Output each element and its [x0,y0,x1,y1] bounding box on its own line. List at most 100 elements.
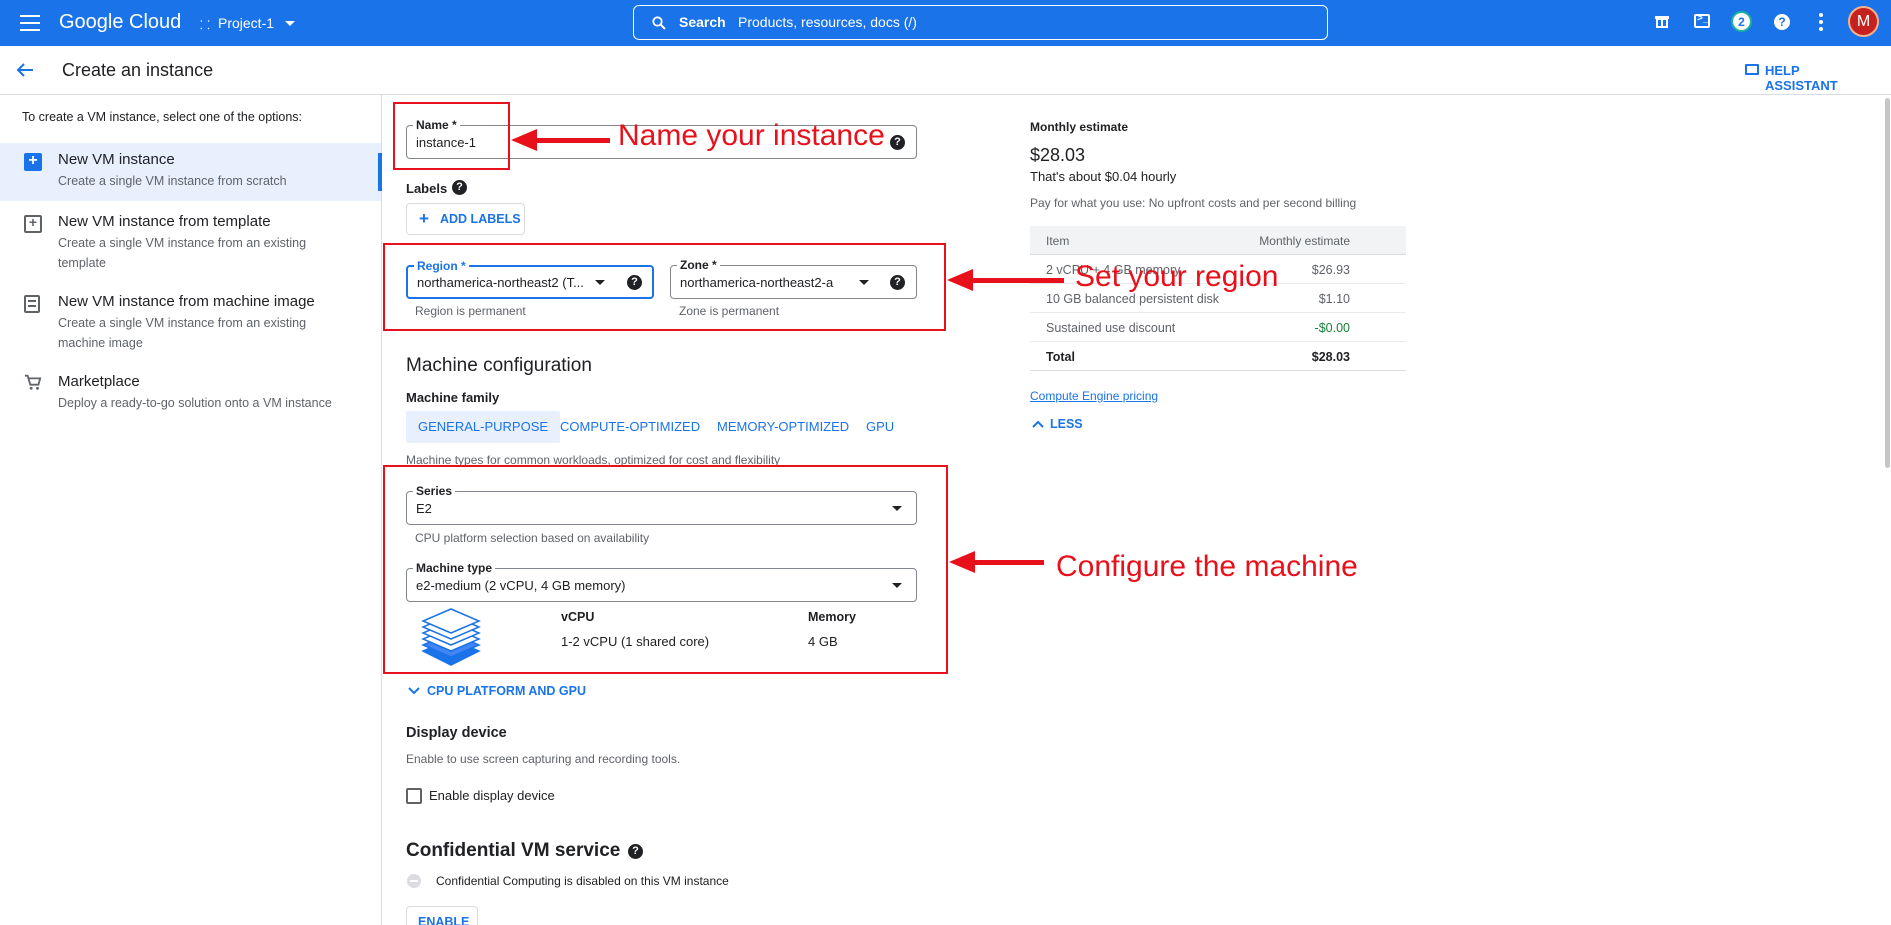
cloud-shell-icon[interactable]: >_ [1694,13,1710,28]
help-icon[interactable]: ? [890,135,905,150]
notifications-badge[interactable]: 2 [1731,11,1752,32]
top-app-bar: Google Cloud ⸬ Project-1 Search Products… [0,0,1891,46]
sidebar-item-title: New VM instance from machine image [58,293,315,310]
avatar[interactable]: M [1848,6,1879,37]
project-picker[interactable]: ⸬ Project-1 [198,13,303,33]
add-template-icon: + [24,214,42,233]
machine-family-label: Machine family [406,390,500,405]
table-row: Sustained use discount -$0.00 [1030,313,1406,342]
sidebar-item-desc: Create a single VM instance from an exis… [58,236,307,270]
page-title: Create an instance [62,60,214,80]
add-labels-button[interactable]: + ADD LABELS [406,203,525,235]
search-bar[interactable]: Search Products, resources, docs (/) [633,5,1328,40]
machine-image-icon [24,295,40,313]
enable-button-label: ENABLE [418,915,470,925]
annotation-arrow-region [947,269,973,291]
page-header: Create an instance HELP ASSISTANT [0,46,1891,95]
tab-gpu[interactable]: GPU [854,411,906,443]
estimate-title: Monthly estimate [1030,120,1129,134]
google-cloud-logo[interactable]: Google Cloud [59,11,181,34]
table-row: Total $28.03 [1030,342,1406,371]
machine-config-title: Machine configuration [406,355,592,376]
col-estimate: Monthly estimate [1259,234,1350,248]
back-arrow-icon[interactable] [16,62,34,78]
project-name: Project-1 [218,15,275,31]
tab-memory-optimized[interactable]: MEMORY-OPTIMIZED [705,411,861,443]
annotation-arrow-line [535,138,610,143]
sidebar-item-new-vm[interactable]: + New VM instance Create a single VM ins… [0,143,382,201]
row-item: Sustained use discount [1046,321,1176,335]
annotation-box-region [383,243,946,331]
annotation-arrow-line [971,278,1064,283]
row-value: $28.03 [1311,350,1350,364]
tab-label: GPU [866,419,895,434]
search-label: Search [679,14,726,30]
estimate-price: $28.03 [1030,145,1086,165]
cpu-platform-expander[interactable]: CPU PLATFORM AND GPU [406,682,586,702]
help-assistant-label: HELP ASSISTANT [1765,63,1838,93]
annotation-box-name [393,102,510,170]
tab-general-purpose[interactable]: GENERAL-PURPOSE [406,411,561,443]
annotation-region: Set your region [1075,260,1279,293]
estimate-hourly: That's about $0.04 hourly [1030,169,1177,184]
less-toggle[interactable]: LESS [1030,415,1100,435]
estimate-table-header: Item Monthly estimate [1030,226,1406,255]
tab-label: MEMORY-OPTIMIZED [717,419,850,434]
row-item: 10 GB balanced persistent disk [1046,292,1220,306]
display-device-title: Display device [406,725,507,741]
plus-icon: + [419,209,429,228]
confidential-title: Confidential VM service [406,840,621,861]
gift-icon[interactable] [1655,14,1669,28]
tab-label: COMPUTE-OPTIMIZED [560,419,701,434]
annotation-arrow-name [511,129,537,151]
scrollbar-thumb[interactable] [1885,98,1890,468]
enable-display-label: Enable display device [429,788,555,803]
chat-icon [1745,64,1759,75]
sidebar-item-machine-image[interactable]: New VM instance from machine image Creat… [0,289,381,355]
help-icon[interactable]: ? [628,844,643,859]
cart-icon [24,374,42,390]
project-icon: ⸬ [200,18,210,32]
estimate-note: Pay for what you use: No upfront costs a… [1030,196,1357,210]
row-item: Total [1046,350,1075,364]
sidebar-item-template[interactable]: + New VM instance from template Create a… [0,209,381,275]
menu-icon[interactable] [20,13,40,33]
search-placeholder: Products, resources, docs (/) [738,14,917,30]
confidential-desc: Confidential Computing is disabled on th… [436,874,729,888]
add-box-icon: + [24,152,42,171]
search-icon [652,16,666,30]
pricing-link[interactable]: Compute Engine pricing [1030,389,1158,403]
annotation-machine: Configure the machine [1056,550,1358,583]
help-assistant-button[interactable]: HELP ASSISTANT [1745,61,1875,93]
annotation-name: Name your instance [618,119,885,152]
more-vert-icon[interactable] [1819,13,1823,31]
labels-title: Labels [406,181,448,196]
row-value: $1.10 [1318,292,1350,306]
tab-compute-optimized[interactable]: COMPUTE-OPTIMIZED [548,411,712,443]
sidebar-item-title: Marketplace [58,373,140,390]
chevron-down-icon [285,21,295,26]
help-icon[interactable]: ? [452,180,467,195]
sidebar-intro: To create a VM instance, select one of t… [22,110,303,124]
annotation-arrow-machine [949,551,975,573]
display-device-desc: Enable to use screen capturing and recor… [406,752,681,766]
sidebar-item-desc: Create a single VM instance from scratch [58,174,287,188]
help-icon[interactable]: ? [1774,14,1790,30]
add-labels-label: ADD LABELS [440,212,521,226]
enable-button[interactable]: ENABLE [406,906,478,925]
tab-label: GENERAL-PURPOSE [418,419,549,434]
enable-display-checkbox[interactable] [406,788,422,804]
disabled-status-icon [407,874,421,888]
sidebar-item-desc: Create a single VM instance from an exis… [58,316,307,350]
annotation-arrow-line [973,560,1044,565]
annotation-box-machine [383,465,948,674]
chevron-up-icon [1032,420,1044,428]
sidebar: To create a VM instance, select one of t… [0,95,382,925]
sidebar-item-title: New VM instance from template [58,213,271,230]
notification-count: 2 [1738,15,1745,29]
sidebar-item-desc: Deploy a ready-to-go solution onto a VM … [58,396,332,410]
chevron-down-icon [408,687,420,695]
row-value: $26.93 [1311,263,1350,277]
col-item: Item [1046,234,1070,248]
sidebar-item-marketplace[interactable]: Marketplace Deploy a ready-to-go solutio… [0,369,381,415]
